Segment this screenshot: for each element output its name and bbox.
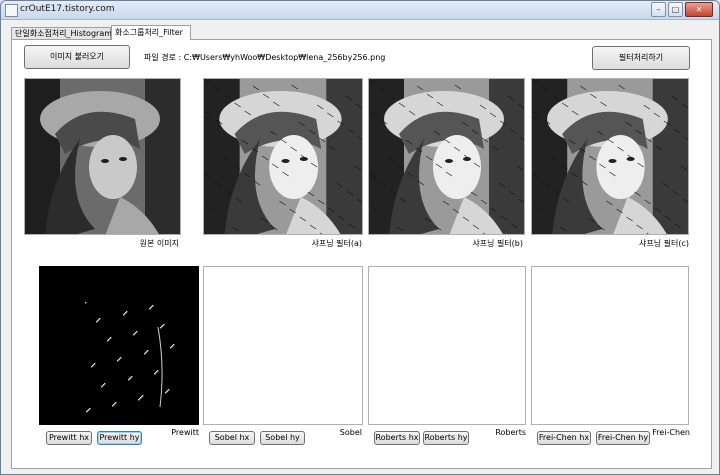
sharpen-a-image <box>203 78 363 235</box>
freichen-caption: Frei-Chen <box>652 428 690 437</box>
original-image-caption: 원본 이미지 <box>139 239 179 248</box>
apply-filter-button[interactable]: 필터처리하기 <box>592 46 690 70</box>
app-icon <box>5 4 18 17</box>
sobel-output-image <box>203 266 363 425</box>
title-bar[interactable]: crOutE17.tistory.com – □ ✕ <box>1 1 719 20</box>
roberts-hx-button[interactable]: Roberts hx <box>374 431 420 445</box>
filter-tab-page: 이미지 불러오기 파일 경로 : C:₩Users₩yhWoo₩Desktop₩… <box>11 39 712 469</box>
sharpen-b-caption: 샤프닝 필터(b) <box>472 239 523 248</box>
sobel-hy-button[interactable]: Sobel hy <box>260 431 305 445</box>
maximize-button[interactable]: □ <box>668 2 683 17</box>
app-window: crOutE17.tistory.com – □ ✕ 단일화소점처리_Histo… <box>0 0 720 475</box>
minimize-button[interactable]: – <box>651 2 666 17</box>
sobel-caption: Sobel <box>339 428 362 437</box>
load-image-button[interactable]: 이미지 불러오기 <box>24 45 130 69</box>
sharpen-a-caption: 샤프닝 필터(a) <box>311 239 363 248</box>
prewitt-output-image <box>39 266 199 425</box>
sharpen-b-image <box>368 78 525 235</box>
tab-filter[interactable]: 화소그룹처리_Filter <box>111 25 191 40</box>
freichen-hy-button[interactable]: Frei-Chen hy <box>596 431 650 445</box>
file-path-label: 파일 경로 : C:₩Users₩yhWoo₩Desktop₩lena_256b… <box>144 53 386 62</box>
prewitt-hx-button[interactable]: Prewitt hx <box>46 431 92 445</box>
sobel-hx-button[interactable]: Sobel hx <box>209 431 255 445</box>
close-button[interactable]: ✕ <box>685 2 713 17</box>
window-title: crOutE17.tistory.com <box>20 4 115 14</box>
freichen-hx-button[interactable]: Frei-Chen hx <box>537 431 591 445</box>
roberts-hy-button[interactable]: Roberts hy <box>423 431 469 445</box>
roberts-caption: Roberts <box>495 428 526 437</box>
prewitt-caption: Prewitt <box>171 428 199 437</box>
roberts-output-image <box>368 266 526 425</box>
original-image <box>24 78 181 235</box>
sharpen-c-image <box>531 78 689 235</box>
freichen-output-image <box>531 266 689 425</box>
prewitt-hy-button[interactable]: Prewitt hy <box>97 431 142 445</box>
sharpen-c-caption: 샤프닝 필터(c) <box>639 239 689 248</box>
